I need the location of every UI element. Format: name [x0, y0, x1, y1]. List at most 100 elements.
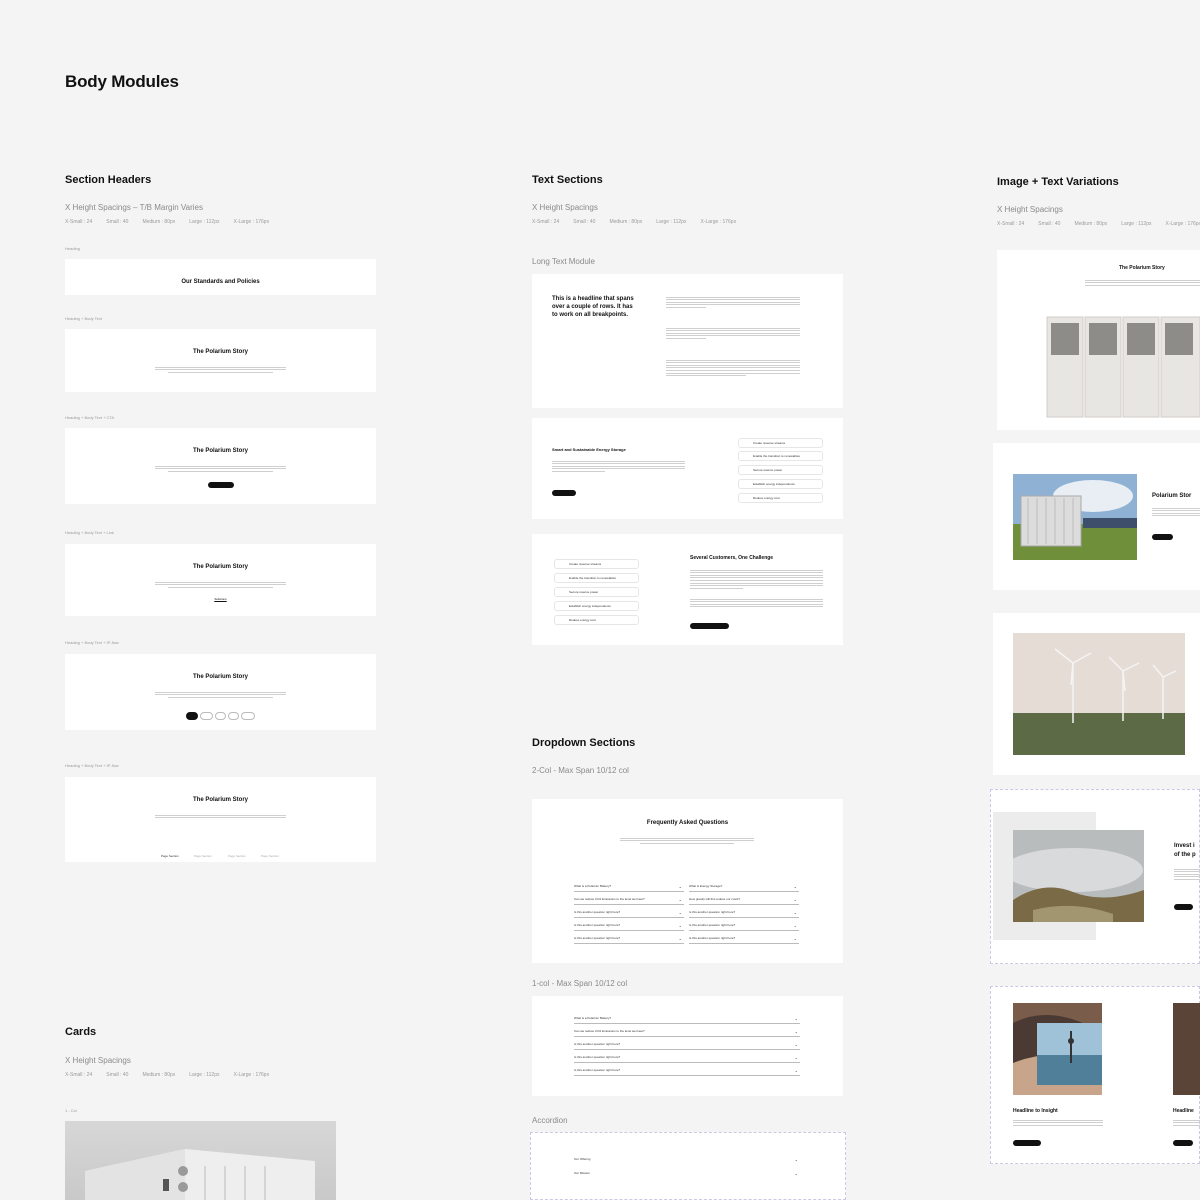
chevron-down-icon: ⌄	[794, 1171, 798, 1176]
tab-page-section[interactable]: Page Section	[194, 854, 212, 858]
spacing-xs: X-Small : 24	[65, 219, 93, 225]
read-more-button[interactable]	[1152, 534, 1173, 540]
faq-question: Is this another question right here?	[574, 923, 621, 927]
variant-label: 1 - Col	[65, 1108, 77, 1113]
faq-item[interactable]: Can we reduce CO2 Emissions to the level…	[574, 1029, 800, 1037]
swirl-image	[1013, 1003, 1102, 1095]
spacing-l: Large : 112px	[656, 219, 687, 225]
read-more-button[interactable]	[552, 490, 576, 496]
spacing-l: Large : 112px	[189, 219, 220, 225]
faq-intro	[620, 836, 754, 845]
smart-storage-card: Smart and Sustainable Energy Storage Cre…	[532, 418, 843, 519]
spacing-s: Small : 40	[106, 1072, 129, 1078]
nav-chip[interactable]	[240, 712, 255, 720]
feature-item: Establish energy independence	[738, 479, 823, 489]
body-text	[1085, 278, 1200, 287]
spacing-row: X-Small : 24 Small : 40 Medium : 80px Large…	[532, 219, 750, 225]
spacing-m: Medium : 80px	[1074, 221, 1108, 227]
nav-chip[interactable]	[227, 712, 239, 720]
headline-cards-row: Headline to Insight Headline	[990, 986, 1200, 1164]
module-heading: The Polarium Story	[192, 674, 248, 680]
feature-item: Establish energy independence	[554, 601, 639, 611]
feature-item: Secure reserve power	[738, 465, 823, 475]
story-image-card: The Polarium Story	[997, 250, 1200, 430]
chevron-down-icon: ⌄	[794, 1029, 798, 1034]
windmill-image-card	[993, 613, 1200, 775]
accordion-title: Our Offering	[574, 1157, 591, 1161]
faq-item[interactable]: Is this another question right here? ⌄	[689, 910, 799, 918]
body-text	[155, 813, 286, 820]
invest-title: Invest i of the p	[1174, 843, 1196, 858]
accordion-title: Our Mission	[574, 1171, 591, 1175]
faq-item[interactable]: Is this another question right here? ⌄	[689, 936, 799, 944]
cta-button[interactable]	[208, 482, 234, 488]
spacing-m: Medium : 80px	[142, 219, 176, 225]
chevron-down-icon: ⌄	[678, 884, 682, 889]
faq-item[interactable]: Is this another question right here? ⌄	[574, 1055, 800, 1063]
faq-item[interactable]: Is this another question right here? ⌄	[574, 923, 684, 931]
read-more-button[interactable]	[1173, 1140, 1193, 1146]
faq-item[interactable]: Is this another question right here? ⌄	[689, 923, 799, 931]
text-sections-subtitle: X Height Spacings	[532, 203, 598, 212]
nav-chip[interactable]	[215, 712, 226, 720]
customers-card: Create revenue streams Enable the transi…	[532, 534, 843, 645]
nav-chip[interactable]	[186, 712, 199, 720]
long-text-label: Long Text Module	[532, 257, 596, 266]
accordion-item[interactable]: Our Offering ⌄	[574, 1157, 800, 1165]
faq-question: Is this another question right here?	[689, 923, 736, 927]
body-text	[1013, 1118, 1103, 1127]
tab-page-section[interactable]: Page Section	[161, 854, 179, 858]
spacing-row: X-Small : 24 Small : 40 Medium : 80px Large…	[65, 1072, 283, 1078]
faq-item[interactable]: What is Energy Storage? ⌄	[689, 884, 799, 892]
wind-turbines-photo	[1013, 633, 1185, 755]
faq-item[interactable]: What is a Polarium Battery? ⌄	[574, 884, 684, 892]
spacing-xl: X-Large : 176px	[233, 219, 270, 225]
solutions-link[interactable]: Solutions	[65, 597, 376, 601]
card-image	[65, 1121, 336, 1200]
feature-item: Reduce energy cost	[554, 615, 639, 625]
section-headers-subtitle: X Height Spacings – T/B Margin Varies	[65, 203, 203, 212]
faq-question: Can we reduce CO2 Emissions to the level…	[574, 897, 645, 901]
faq-item[interactable]: Is this another question right here? ⌄	[574, 936, 684, 944]
module-heading: Our Standards and Policies	[181, 279, 260, 285]
module-heading: The Polarium Story	[192, 797, 248, 803]
module-heading: The Polarium Story	[192, 349, 248, 355]
module-heading: The Polarium Story	[192, 448, 248, 454]
faq-item[interactable]: Is this another question right here? ⌄	[574, 1042, 800, 1050]
tab-page-section[interactable]: Page Section	[228, 854, 246, 858]
spacing-xl: X-Large : 176px	[233, 1072, 270, 1078]
chevron-down-icon: ⌄	[793, 936, 797, 941]
spacing-l: Large : 112px	[189, 1072, 220, 1078]
faq-two-col-card: Frequently Asked Questions What is a Pol…	[532, 799, 843, 963]
read-more-button[interactable]	[1013, 1140, 1041, 1146]
faq-question: Is this another question right here?	[574, 910, 621, 914]
text-sections-title: Text Sections	[532, 174, 603, 186]
spacing-xs: X-Small : 24	[532, 219, 560, 225]
body-text	[1173, 1118, 1200, 1127]
nav-chip[interactable]	[200, 712, 214, 720]
cta-button[interactable]	[1174, 904, 1193, 910]
variant-label: Heading + Body Text + IP-Nav	[65, 763, 119, 768]
faq-item[interactable]: Is this another question right here? ⌄	[574, 1068, 800, 1076]
faq-question: Is this another question right here?	[574, 936, 621, 940]
header-module-card: The Polarium Story Page Section Page Sec…	[65, 777, 376, 862]
accordion-item[interactable]: Our Mission ⌄	[574, 1171, 800, 1179]
faq-item[interactable]: How greatly will this reduce our costs? ⌄	[689, 897, 799, 905]
faq-item[interactable]: What is a Polarium Battery? ⌄	[574, 1016, 800, 1024]
container-image-card: Polarium Stor	[993, 443, 1200, 590]
faq-item[interactable]: Is this another question right here? ⌄	[574, 910, 684, 918]
headline-title-cut: Headline	[1173, 1108, 1194, 1114]
read-about-button[interactable]	[690, 623, 729, 629]
smart-storage-title: Smart and Sustainable Energy Storage	[552, 447, 626, 452]
faq-item[interactable]: Can we reduce CO2 Emissions to the level…	[574, 897, 684, 905]
feature-item: Enable the transition to renewables	[738, 451, 823, 461]
faq-question: Is this another question right here?	[689, 936, 736, 940]
spacing-l: Large : 112px	[1121, 221, 1152, 227]
faq-question: Is this another question right here?	[574, 1068, 621, 1072]
spacing-m: Medium : 80px	[142, 1072, 176, 1078]
chevron-down-icon: ⌄	[794, 1016, 798, 1021]
story-title: The Polarium Story	[1119, 265, 1165, 271]
long-text-card: This is a headline that spans over a cou…	[532, 274, 843, 408]
paragraph	[666, 295, 800, 310]
tab-page-section[interactable]: Page Section	[261, 854, 279, 858]
